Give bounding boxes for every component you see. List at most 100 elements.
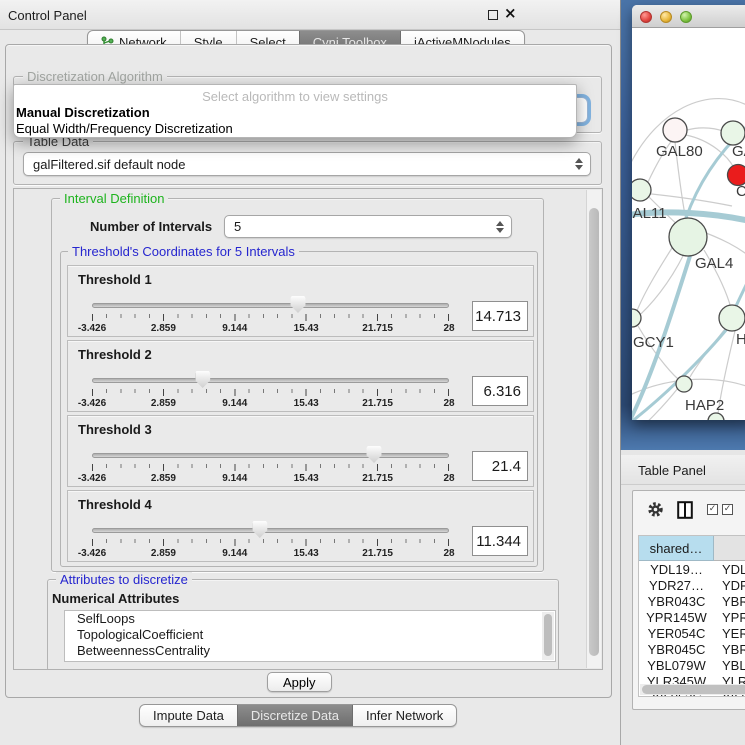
node-gal4[interactable] — [669, 218, 707, 256]
tick-label: -3.426 — [78, 548, 106, 559]
threshold-4-slider[interactable]: -3.426 2.859 9.144 15.43 21.715 28 — [92, 521, 449, 561]
tab-impute-data[interactable]: Impute Data — [140, 705, 237, 726]
settings-scrollbar[interactable] — [586, 190, 601, 668]
cell[interactable]: YBL0 — [714, 657, 745, 673]
threshold-2-slider[interactable]: -3.426 2.859 9.144 15.43 21.715 28 — [92, 371, 449, 411]
column-layout-icon[interactable] — [677, 501, 693, 519]
tick-label: 28 — [443, 473, 454, 484]
threshold-3-value-field[interactable]: 21.4 — [472, 451, 528, 481]
node-gal11[interactable] — [632, 179, 651, 201]
threshold-2-value-field[interactable]: 6.316 — [472, 376, 528, 406]
list-item[interactable]: SelfLoops — [65, 611, 555, 627]
cell[interactable]: YDR2 — [714, 577, 745, 593]
cell[interactable]: YDL1 — [714, 561, 745, 577]
node-label: GAL11 — [632, 205, 667, 222]
dropdown-item-manual-discretization[interactable]: Manual Discretization — [16, 105, 150, 120]
node-hap2[interactable] — [676, 376, 692, 392]
table-panel-title: Table Panel — [638, 463, 706, 478]
table-row[interactable]: YPR145WYPR1 — [639, 609, 745, 625]
gear-icon[interactable] — [647, 501, 664, 518]
table-row[interactable]: YBL079WYBL0 — [639, 657, 745, 673]
table-row[interactable]: YDL19…YDL1 — [639, 561, 745, 577]
slider-tick-labels: -3.426 2.859 9.144 15.43 21.715 28 — [92, 548, 449, 560]
cell[interactable]: YDR27… — [639, 577, 714, 593]
cell[interactable]: YBR045C — [639, 641, 714, 657]
apply-button[interactable]: Apply — [267, 672, 332, 692]
threshold-4-label: Threshold 4 — [78, 497, 152, 512]
cell[interactable]: YBR0 — [714, 593, 745, 609]
dropdown-placeholder-item[interactable]: Select algorithm to view settings — [14, 89, 576, 104]
node-ga[interactable] — [721, 121, 745, 145]
threshold-1-slider-thumb[interactable] — [290, 296, 305, 313]
node-gal80[interactable] — [663, 118, 687, 142]
slider-major-ticks — [92, 389, 449, 396]
tick-label: 2.859 — [151, 473, 176, 484]
cell[interactable]: YBL079W — [639, 657, 714, 673]
numerical-attributes-list[interactable]: SelfLoops TopologicalCoefficient Between… — [64, 610, 556, 662]
column-header-shared-name[interactable]: shared… — [639, 536, 714, 561]
threshold-2-slider-thumb[interactable] — [195, 371, 210, 388]
threshold-1-value-field[interactable]: 14.713 — [472, 301, 528, 331]
cell[interactable]: YDL19… — [639, 561, 714, 577]
cell[interactable]: YER054C — [639, 625, 714, 641]
threshold-3-slider-thumb[interactable] — [367, 446, 382, 463]
table-row[interactable]: YER054CYER0 — [639, 625, 745, 641]
list-scrollbar[interactable] — [542, 612, 554, 660]
list-item[interactable]: BetweennessCentrality — [65, 643, 555, 659]
window-close-button[interactable] — [640, 11, 652, 23]
cell[interactable]: YPR1 — [714, 609, 745, 625]
combo-spinner-icon — [496, 221, 504, 233]
attributes-group-title: Attributes to discretize — [56, 572, 192, 587]
checkbox-icon[interactable]: ✓ — [722, 504, 733, 515]
threshold-3-slider[interactable]: -3.426 2.859 9.144 15.43 21.715 28 — [92, 446, 449, 486]
tick-label: -3.426 — [78, 398, 106, 409]
float-panel-icon[interactable] — [488, 10, 498, 20]
tab-impute-data-label: Impute Data — [153, 708, 224, 723]
tick-label: 9.144 — [222, 398, 247, 409]
cyni-mode-tabs: Impute Data Discretize Data Infer Networ… — [139, 704, 457, 727]
scrollbar-thumb[interactable] — [642, 685, 745, 694]
network-window-titlebar[interactable] — [632, 5, 745, 28]
control-panel-titlebar: Control Panel × — [0, 0, 620, 30]
table-row[interactable]: YBR045CYBR0 — [639, 641, 745, 657]
threshold-3-box: Threshold 3 -3.426 2.859 9.144 15.43 — [67, 415, 534, 487]
control-panel: Control Panel × Network Style Select Cyn… — [0, 0, 620, 745]
tab-infer-network[interactable]: Infer Network — [352, 705, 456, 726]
network-canvas[interactable]: GAL80 GA C GAL11 GAL4 GCY1 H HAP2 — [632, 28, 745, 420]
node-h[interactable] — [719, 305, 745, 331]
cell[interactable]: YER0 — [714, 625, 745, 641]
column-header-name[interactable]: na — [714, 536, 745, 561]
dropdown-item-equal-width-frequency[interactable]: Equal Width/Frequency Discretization — [16, 121, 233, 136]
threshold-4-slider-thumb[interactable] — [252, 521, 267, 538]
settings-scrollpane: Interval Definition Number of Intervals … — [13, 188, 603, 670]
table-data-combobox[interactable]: galFiltered.sif default node — [23, 152, 591, 176]
node-gcy1[interactable] — [632, 309, 641, 327]
table-horizontal-scrollbar[interactable] — [640, 684, 745, 695]
cell[interactable]: YPR145W — [639, 609, 714, 625]
interval-definition-group-title: Interval Definition — [60, 191, 168, 206]
node-bottom[interactable] — [708, 413, 724, 420]
tick-label: 28 — [443, 398, 454, 409]
checkbox-icon[interactable]: ✓ — [707, 504, 718, 515]
table-row[interactable]: YBR043CYBR0 — [639, 593, 745, 609]
cell[interactable]: YBR0 — [714, 641, 745, 657]
threshold-4-value-field[interactable]: 11.344 — [472, 526, 528, 556]
window-zoom-button[interactable] — [680, 11, 692, 23]
slider-tick-labels: -3.426 2.859 9.144 15.43 21.715 28 — [92, 473, 449, 485]
thresholds-group-title: Threshold's Coordinates for 5 Intervals — [68, 244, 299, 259]
node-label: GCY1 — [633, 334, 674, 351]
close-panel-icon[interactable]: × — [504, 4, 517, 22]
tick-label: 2.859 — [151, 398, 176, 409]
threshold-1-slider[interactable]: -3.426 2.859 9.144 15.43 21.715 28 — [92, 296, 449, 336]
scrollbar-thumb[interactable] — [589, 208, 599, 656]
table-data-group: Table Data galFiltered.sif default node — [13, 141, 602, 185]
cell[interactable]: YBR043C — [639, 593, 714, 609]
table-row[interactable]: YDR27…YDR2 — [639, 577, 745, 593]
list-item[interactable]: TopologicalCoefficient — [65, 627, 555, 643]
window-minimize-button[interactable] — [660, 11, 672, 23]
threshold-2-label: Threshold 2 — [78, 347, 152, 362]
slider-track — [92, 303, 449, 308]
number-of-intervals-combobox[interactable]: 5 — [224, 215, 512, 238]
tab-discretize-data[interactable]: Discretize Data — [237, 705, 352, 726]
tick-label: 15.43 — [294, 398, 319, 409]
